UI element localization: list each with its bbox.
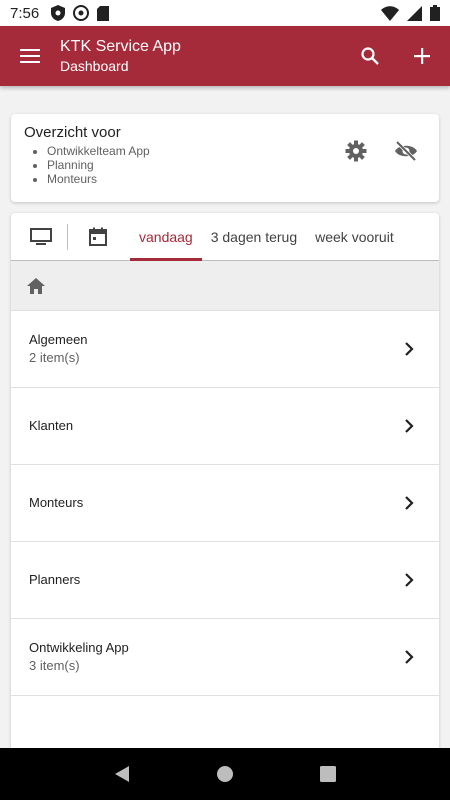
list-item-label: Ontwikkeling App bbox=[29, 640, 129, 655]
gear-icon bbox=[345, 140, 367, 162]
chevron-right-icon bbox=[397, 337, 421, 361]
back-button[interactable] bbox=[102, 754, 142, 794]
recents-button[interactable] bbox=[308, 754, 348, 794]
home-icon bbox=[27, 277, 45, 294]
settings-button[interactable] bbox=[341, 136, 371, 166]
calendar-button[interactable] bbox=[78, 213, 118, 261]
list-item-label: Klanten bbox=[29, 418, 74, 433]
status-time: 7:56 bbox=[10, 4, 40, 22]
chevron-right-icon bbox=[397, 414, 421, 438]
tab-3-dagen-terug[interactable]: 3 dagen terug bbox=[202, 213, 306, 261]
recents-square-icon bbox=[320, 766, 337, 782]
list-item[interactable]: Ontwikkeling App 3 item(s) bbox=[11, 619, 439, 696]
home-nav-button[interactable] bbox=[205, 754, 245, 794]
tab-bar: vandaag 3 dagen terug week vooruit bbox=[11, 213, 439, 261]
wifi-icon bbox=[381, 5, 399, 21]
status-bar: 7:56 bbox=[0, 0, 450, 26]
back-triangle-icon bbox=[114, 766, 129, 782]
list-item[interactable]: Monteurs bbox=[11, 465, 439, 542]
tab-divider bbox=[67, 223, 68, 250]
calendar-icon bbox=[89, 227, 107, 246]
list-item[interactable]: Klanten bbox=[11, 388, 439, 465]
plus-icon bbox=[414, 48, 430, 64]
home-circle-icon bbox=[216, 766, 233, 782]
list-item[interactable]: Algemeen 2 item(s) bbox=[11, 311, 439, 388]
chevron-right-icon bbox=[397, 645, 421, 669]
signal-icon bbox=[407, 5, 422, 21]
overview-item: Monteurs bbox=[47, 172, 426, 186]
list-item-label: Algemeen bbox=[29, 332, 88, 347]
monitor-icon bbox=[30, 227, 52, 245]
list-item-label: Planners bbox=[29, 572, 81, 587]
shield-icon bbox=[51, 5, 66, 21]
search-button[interactable] bbox=[346, 32, 394, 80]
app-subtitle: Dashboard bbox=[60, 58, 129, 74]
menu-button[interactable] bbox=[0, 26, 60, 86]
overview-card: Overzicht voor Ontwikkelteam App Plannin… bbox=[11, 114, 439, 202]
visibility-toggle-button[interactable] bbox=[391, 136, 421, 166]
at-sign-icon bbox=[73, 5, 90, 21]
monitor-button[interactable] bbox=[21, 213, 61, 261]
home-button[interactable] bbox=[25, 275, 47, 297]
list-item-count: 2 item(s) bbox=[29, 350, 80, 365]
eye-off-icon bbox=[395, 141, 417, 161]
app-bar: KTK Service App Dashboard bbox=[0, 26, 450, 86]
tab-vandaag[interactable]: vandaag bbox=[130, 213, 202, 261]
breadcrumb bbox=[11, 261, 439, 311]
chevron-right-icon bbox=[397, 568, 421, 592]
hamburger-menu-icon bbox=[20, 49, 40, 63]
chevron-right-icon bbox=[397, 491, 421, 515]
sd-card-icon bbox=[97, 5, 110, 21]
list-item-count: 3 item(s) bbox=[29, 658, 80, 673]
battery-icon bbox=[430, 5, 440, 21]
system-nav-bar bbox=[0, 748, 450, 800]
list-card: vandaag 3 dagen terug week vooruit Algem… bbox=[11, 213, 439, 753]
app-title: KTK Service App bbox=[60, 38, 181, 55]
list-item[interactable]: Planners bbox=[11, 542, 439, 619]
tab-week-vooruit[interactable]: week vooruit bbox=[306, 213, 403, 261]
search-icon bbox=[361, 47, 379, 65]
list-item-label: Monteurs bbox=[29, 495, 84, 510]
add-button[interactable] bbox=[398, 32, 446, 80]
